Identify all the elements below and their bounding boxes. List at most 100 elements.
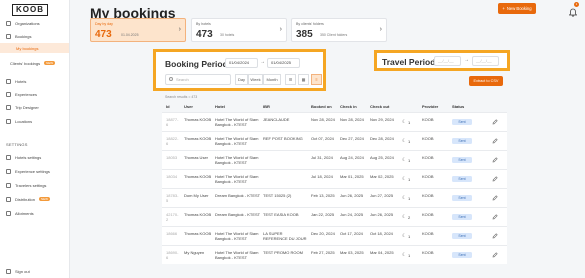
travel-period-title: Travel Period: [382, 57, 436, 67]
status-badge: Sent: [452, 119, 472, 125]
column-header-booked-on[interactable]: Booked on: [311, 104, 332, 109]
cell-provider: KOOB: [422, 174, 434, 179]
cell-booked-on: Jul 18, 2024: [311, 174, 333, 179]
sidebar-item-distribution[interactable]: Distribution NEW: [0, 194, 69, 204]
card-by-clients-folders[interactable]: By clients' folders 385 350 Client folde…: [291, 18, 387, 42]
card-subtext: 01.04.2025: [121, 33, 139, 37]
sign-out-link[interactable]: Sign out: [0, 266, 69, 276]
edit-pencil-icon[interactable]: [492, 233, 498, 239]
sidebar-item-organizations[interactable]: Organizations: [0, 18, 69, 28]
sidebar-item-allotments[interactable]: Allotments: [0, 208, 69, 218]
card-subtext: 350 Client folders: [320, 33, 348, 37]
cell-id: 18053: [166, 155, 178, 160]
notifications-button[interactable]: 1: [568, 2, 579, 17]
view-list-button[interactable]: ☰: [285, 74, 296, 85]
chevron-right-icon: ›: [379, 26, 382, 33]
sidebar-item-experiences[interactable]: Experiences: [0, 89, 69, 99]
column-header-id[interactable]: Id: [166, 104, 170, 109]
cell-nights: 2: [408, 215, 411, 220]
table-row[interactable]: 42170-2 Thomas KOOB Dream Bangkok - KTEST T…: [162, 207, 507, 226]
view-week-button[interactable]: Week: [248, 74, 263, 85]
card-label: Day by day: [95, 22, 113, 26]
card-by-hotels[interactable]: By hotels 473 30 hotels ›: [191, 18, 287, 42]
booking-to-date[interactable]: 01/04/2025: [267, 58, 300, 68]
logout-icon: [6, 268, 11, 274]
filter-icon: ≡: [315, 77, 318, 82]
plus-icon: +: [502, 6, 505, 11]
column-header-user[interactable]: User: [184, 104, 193, 109]
column-header-provider[interactable]: Provider: [422, 104, 438, 109]
cell-ibr: TEST EASIA KOOB: [263, 212, 299, 217]
sidebar-item-label: Hotels: [15, 78, 27, 84]
travel-to-date[interactable]: __/__/__: [472, 56, 499, 66]
cell-provider: KOOB: [422, 117, 434, 122]
filter-button[interactable]: ≡: [311, 74, 322, 85]
status-badge: Sent: [452, 195, 472, 201]
gear-icon: [6, 154, 11, 160]
sidebar-item-label: Experiences: [15, 91, 38, 97]
column-header-check-in[interactable]: Check in: [340, 104, 357, 109]
cell-id: 18822-6: [166, 136, 179, 146]
cell-user: My Nguyen: [184, 250, 205, 255]
view-month-button[interactable]: Month: [263, 74, 281, 85]
calendar-icon: ▦: [301, 77, 306, 82]
new-badge: NEW: [39, 197, 51, 201]
travel-from-date[interactable]: __/__/__: [434, 56, 461, 66]
table-row[interactable]: 18783-5 Dom My User Dream Bangkok - KTEST T…: [162, 188, 507, 207]
status-badge: Sent: [452, 233, 472, 239]
table-row[interactable]: 18822-6 Thomas KOOB Hotel The World of Sia…: [162, 131, 507, 150]
nights-moon-icon: ☾: [402, 233, 407, 239]
table-row[interactable]: 18666 Thomas KOOB Hotel The World of Siam …: [162, 226, 507, 245]
cell-check-in: Jun 24, 2025: [340, 212, 364, 217]
column-header-check-out[interactable]: Check out: [370, 104, 389, 109]
sidebar-item-trip-designer[interactable]: Trip Designer: [0, 102, 69, 112]
sidebar-item-hotels-settings[interactable]: Hotels settings: [0, 152, 69, 162]
edit-pencil-icon[interactable]: [492, 138, 498, 144]
sidebar-item-bookings[interactable]: Bookings: [0, 31, 69, 41]
search-placeholder: Search: [176, 77, 189, 82]
sidebar-item-clients-bookings[interactable]: Clients' bookings NEW: [0, 58, 69, 68]
cell-nights: 1: [408, 234, 411, 239]
status-badge: Sent: [452, 157, 472, 163]
sidebar-item-hotels[interactable]: Hotels: [0, 76, 69, 86]
table-row[interactable]: 18690-6 My Nguyen Hotel The World of Siam …: [162, 245, 507, 264]
sidebar-item-my-bookings[interactable]: My bookings: [0, 43, 69, 53]
cell-check-out: Mar 04, 2025: [370, 250, 394, 255]
sidebar-item-experience-settings[interactable]: Experience settings: [0, 166, 69, 176]
column-header-hotel[interactable]: Hotel: [215, 104, 225, 109]
edit-pencil-icon[interactable]: [492, 119, 498, 125]
nights-moon-icon: ☾: [402, 176, 407, 182]
cell-hotel: Hotel The World of Siam Bangkok - KTEST: [215, 250, 259, 260]
cell-check-out: Oct 18, 2024: [370, 231, 393, 236]
view-day-button[interactable]: Day: [235, 74, 248, 85]
extract-csv-button[interactable]: Extract to CSV: [469, 76, 503, 86]
list-icon: ☰: [288, 77, 293, 82]
card-day-by-day[interactable]: Day by day 473 01.04.2025 ›: [90, 18, 186, 42]
new-booking-button[interactable]: + New Booking: [498, 3, 536, 14]
cell-check-in: Mar 03, 2025: [340, 250, 364, 255]
sidebar-item-travelers-settings[interactable]: Travelers settings: [0, 180, 69, 190]
sidebar-item-label: Allotments: [15, 210, 34, 216]
arrow-right-icon: →: [260, 59, 265, 65]
cell-id: 42170-2: [166, 212, 179, 222]
calendar-icon: [6, 33, 11, 39]
column-header-ibr[interactable]: IBR: [263, 104, 270, 109]
table-row[interactable]: 18053 Thomas User Hotel The World of Siam …: [162, 150, 507, 169]
edit-pencil-icon[interactable]: [492, 195, 498, 201]
sidebar: KOOB Organizations Bookings My bookings …: [0, 0, 70, 278]
edit-pencil-icon[interactable]: [492, 157, 498, 163]
edit-pencil-icon[interactable]: [492, 176, 498, 182]
column-header-status[interactable]: Status: [452, 104, 464, 109]
view-calendar-button[interactable]: ▦: [298, 74, 309, 85]
edit-pencil-icon[interactable]: [492, 214, 498, 220]
sidebar-item-locations[interactable]: Locations: [0, 116, 69, 126]
cell-id: 18783-5: [166, 193, 179, 203]
booking-from-date[interactable]: 01/04/2024: [225, 58, 258, 68]
table-row[interactable]: 18877-6 Thomas KOOB Hotel The World of Sia…: [162, 112, 507, 131]
search-input[interactable]: Search: [165, 74, 231, 85]
cell-check-in: Jun 26, 2025: [340, 193, 364, 198]
card-count: 385: [296, 29, 313, 40]
edit-pencil-icon[interactable]: [492, 252, 498, 258]
table-row[interactable]: 18034 Thomas KOOB Hotel The World of Siam …: [162, 169, 507, 188]
sign-out-label: Sign out: [15, 268, 30, 274]
